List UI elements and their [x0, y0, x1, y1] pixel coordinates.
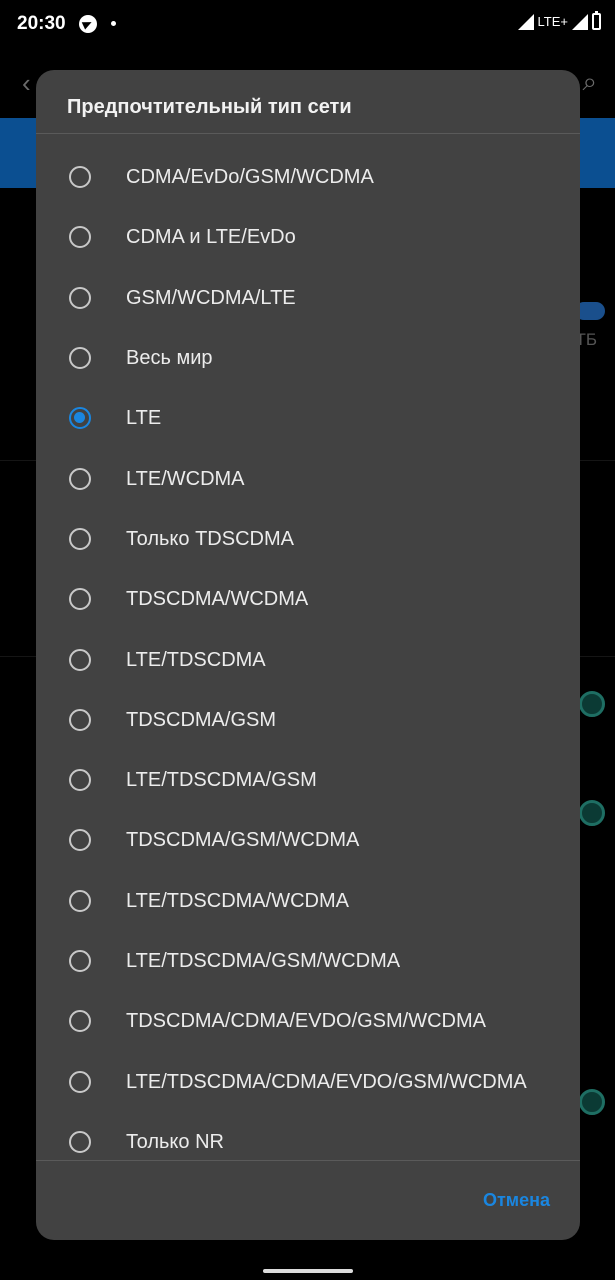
radio-option[interactable]: Весь мир	[36, 328, 580, 388]
radio-unchecked-icon[interactable]	[69, 347, 91, 370]
option-label: LTE/TDSCDMA/WCDMA	[126, 889, 349, 912]
radio-option[interactable]: LTE/TDSCDMA/GSM	[36, 750, 580, 810]
radio-option[interactable]: TDSCDMA/GSM/WCDMA	[36, 810, 580, 870]
option-label: TDSCDMA/CDMA/EVDO/GSM/WCDMA	[126, 1010, 486, 1033]
network-type-label: LTE+	[537, 14, 568, 29]
radio-unchecked-icon[interactable]	[69, 950, 91, 972]
radio-checked-icon[interactable]	[69, 407, 91, 430]
cancel-button[interactable]: Отмена	[483, 1190, 550, 1211]
radio-option[interactable]: TDSCDMA/CDMA/EVDO/GSM/WCDMA	[36, 991, 580, 1051]
option-label: Весь мир	[126, 347, 213, 370]
option-label: TDSCDMA/GSM/WCDMA	[126, 829, 360, 852]
radio-option[interactable]: GSM/WCDMA/LTE	[36, 268, 580, 328]
option-label: LTE	[126, 407, 162, 430]
radio-unchecked-icon[interactable]	[69, 286, 91, 309]
status-bar: 20:30 LTE+	[0, 0, 615, 50]
status-icons: LTE+	[517, 11, 601, 30]
option-label: LTE/WCDMA	[126, 467, 245, 490]
option-label: Только NR	[126, 1130, 224, 1153]
option-label: TDSCDMA/WCDMA	[126, 588, 309, 611]
option-label: LTE/TDSCDMA/GSM/WCDMA	[126, 950, 401, 972]
radio-option[interactable]: CDMA и LTE/EvDo	[36, 207, 580, 267]
background-toggle	[579, 800, 605, 826]
back-arrow-icon: ‹	[22, 68, 31, 98]
radio-option[interactable]: CDMA/EvDo/GSM/WCDMA	[36, 147, 580, 207]
option-label: CDMA и LTE/EvDo	[126, 226, 296, 249]
option-label: LTE/TDSCDMA/GSM	[126, 769, 317, 792]
radio-unchecked-icon[interactable]	[69, 226, 91, 249]
background-toggle	[579, 1089, 605, 1115]
dialog-divider	[36, 133, 580, 134]
radio-option[interactable]: TDSCDMA/WCDMA	[36, 569, 580, 629]
radio-option[interactable]: LTE/TDSCDMA/GSM/WCDMA	[36, 931, 580, 991]
dialog-divider	[36, 1160, 580, 1161]
radio-unchecked-icon[interactable]	[69, 829, 91, 852]
background-toggle	[579, 691, 605, 717]
radio-unchecked-icon[interactable]	[69, 889, 91, 912]
radio-option[interactable]: Только NR	[36, 1112, 580, 1159]
gesture-nav-handle[interactable]	[263, 1269, 353, 1273]
radio-option[interactable]: TDSCDMA/GSM	[36, 690, 580, 750]
option-label: TDSCDMA/GSM	[126, 708, 276, 731]
radio-unchecked-icon[interactable]	[69, 588, 91, 611]
option-list[interactable]: CDMA/EvDo/GSM/WCDMA CDMA и LTE/EvDo GSM/WC…	[36, 147, 580, 1159]
option-label: LTE/TDSCDMA	[126, 648, 266, 671]
wifi-signal-icon	[517, 13, 534, 30]
radio-unchecked-icon[interactable]	[69, 1010, 91, 1033]
radio-unchecked-icon[interactable]	[69, 1070, 91, 1093]
search-icon: ⌕	[582, 66, 597, 96]
radio-option[interactable]: LTE/WCDMA	[36, 448, 580, 508]
radio-unchecked-icon[interactable]	[69, 166, 91, 189]
option-label: CDMA/EvDo/GSM/WCDMA	[126, 166, 374, 189]
option-label: LTE/TDSCDMA/CDMA/EVDO/GSM/WCDMA	[126, 1070, 527, 1093]
status-time: 20:30	[17, 13, 66, 34]
dialog-title: Предпочтительный тип сети	[67, 96, 352, 118]
radio-unchecked-icon[interactable]	[69, 527, 91, 550]
radio-option[interactable]: LTE/TDSCDMA/WCDMA	[36, 871, 580, 931]
radio-unchecked-icon[interactable]	[69, 769, 91, 792]
cell-signal-icon	[572, 13, 588, 30]
radio-option[interactable]: LTE/TDSCDMA/CDMA/EVDO/GSM/WCDMA	[36, 1051, 580, 1111]
radio-unchecked-icon[interactable]	[69, 648, 91, 671]
radio-unchecked-icon[interactable]	[69, 467, 91, 490]
battery-icon	[592, 11, 601, 30]
telegram-icon	[79, 15, 97, 33]
radio-option[interactable]: LTE	[36, 388, 580, 448]
radio-option[interactable]: LTE/TDSCDMA	[36, 629, 580, 689]
option-label: Только TDSCDMA	[126, 527, 294, 550]
option-label: GSM/WCDMA/LTE	[126, 286, 296, 309]
radio-option[interactable]: Только TDSCDMA	[36, 509, 580, 569]
notification-dot-icon	[111, 21, 116, 26]
network-type-dialog: Предпочтительный тип сети CDMA/EvDo/GSM/…	[36, 70, 580, 1240]
radio-unchecked-icon[interactable]	[69, 1130, 91, 1153]
radio-unchecked-icon[interactable]	[69, 708, 91, 731]
